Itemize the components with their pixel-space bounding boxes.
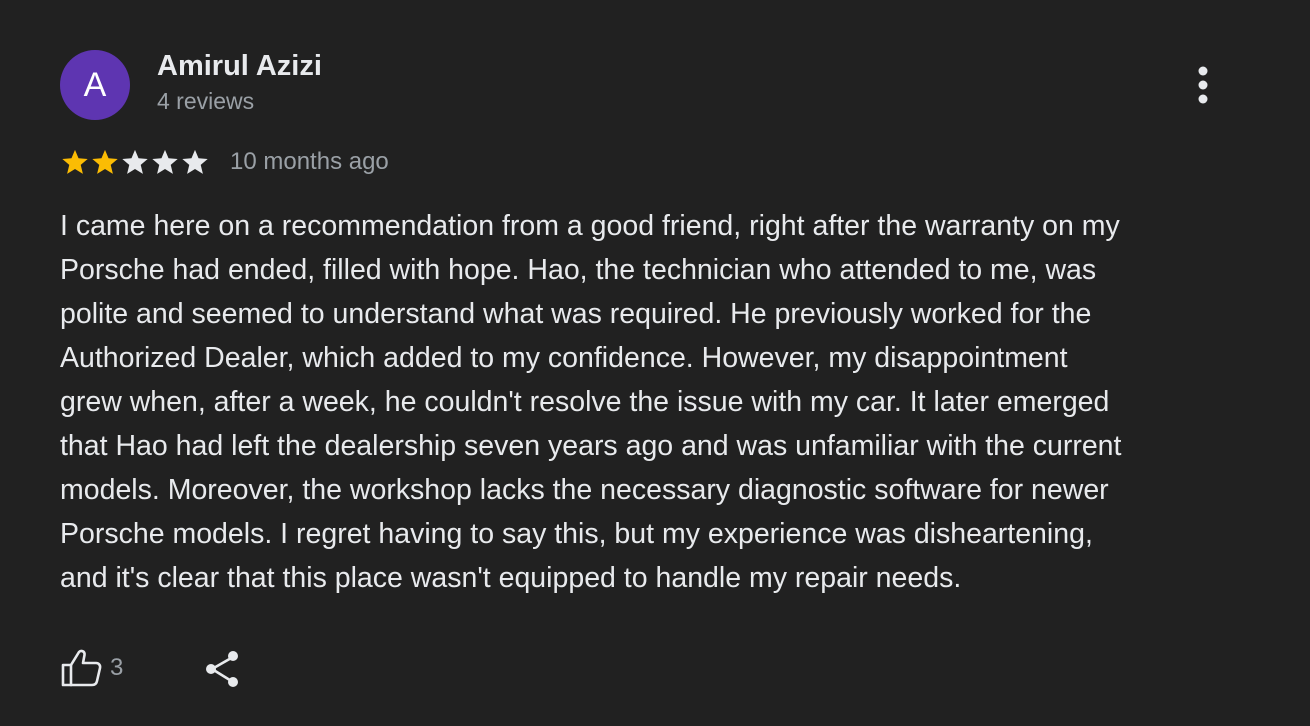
thumbs-up-icon	[61, 649, 102, 687]
like-button[interactable]: 3	[60, 646, 123, 690]
star-filled-icon	[62, 149, 88, 174]
star-empty-icon	[182, 149, 208, 174]
avatar-initial: A	[83, 65, 107, 104]
more-options-button[interactable]	[1183, 62, 1223, 108]
review-text: I came here on a recommendation from a g…	[60, 210, 1122, 594]
review-card: A Amirul Azizi 4 reviews 10 months ago I…	[0, 0, 1310, 726]
star-rating: 10 months ago	[60, 146, 389, 178]
review-time: 10 months ago	[230, 148, 389, 175]
author-review-count: 4 reviews	[157, 88, 255, 114]
star-empty-icon	[152, 149, 178, 174]
like-count: 3	[110, 654, 124, 681]
star-filled-icon	[92, 149, 118, 174]
avatar[interactable]: A	[60, 50, 130, 120]
more-vert-icon	[1198, 66, 1208, 104]
share-button[interactable]	[202, 648, 244, 690]
stars-container	[60, 148, 210, 176]
author-name[interactable]: Amirul Azizi	[157, 50, 322, 83]
share-icon	[206, 651, 238, 687]
star-empty-icon	[122, 149, 148, 174]
